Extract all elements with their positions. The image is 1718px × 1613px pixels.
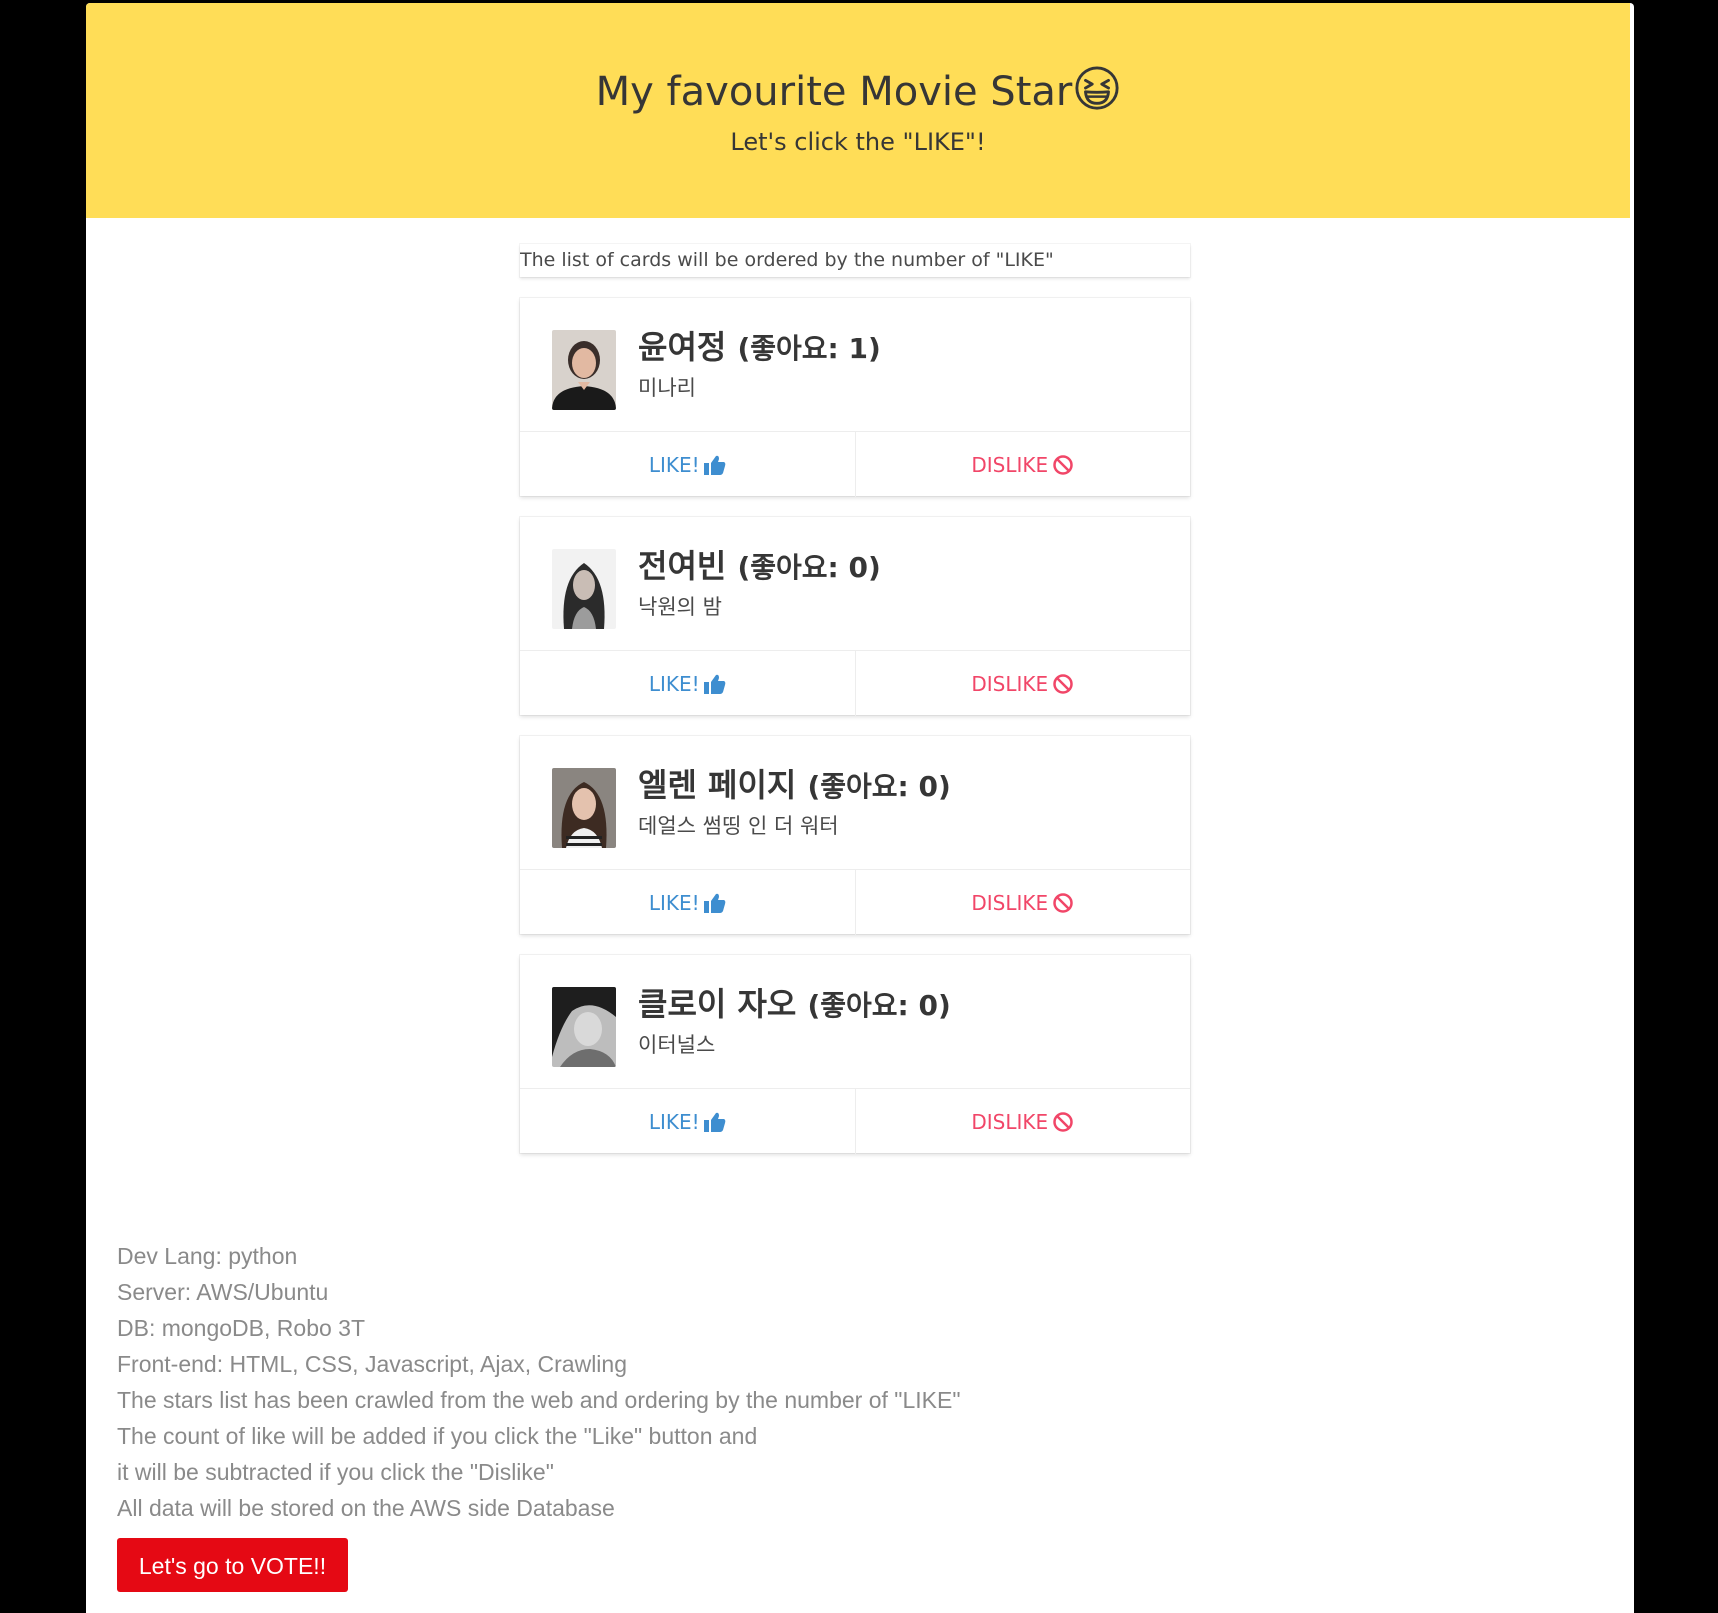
star-card: 엘렌 페이지 (좋아요: 0) 데얼스 썸띵 인 더 워터 LIKE! DISL…: [520, 736, 1190, 935]
ban-icon: [1053, 454, 1073, 475]
like-count: (좋아요: 0): [807, 770, 951, 803]
dislike-label: DISLIKE: [971, 671, 1049, 696]
star-name-text: 엘렌 페이지: [638, 766, 797, 804]
card-footer: LIKE! DISLIKE: [520, 650, 1190, 716]
star-movie: 데얼스 썸띵 인 더 워터: [638, 814, 839, 838]
order-notice: The list of cards will be ordered by the…: [520, 244, 1190, 277]
like-button[interactable]: LIKE!: [520, 651, 855, 716]
dislike-button[interactable]: DISLIKE: [854, 432, 1191, 497]
project-info: Dev Lang: python Server: AWS/Ubuntu DB: …: [117, 1238, 961, 1526]
avatar-photo-icon: [552, 987, 616, 1067]
avatar-photo-icon: [552, 768, 616, 848]
ban-icon: [1053, 892, 1073, 913]
star-card: 전여빈 (좋아요: 0) 낙원의 밤 LIKE! DISLIKE: [520, 517, 1190, 716]
info-line: Front-end: HTML, CSS, Javascript, Ajax, …: [117, 1351, 627, 1377]
star-name-text: 윤여정: [638, 328, 727, 366]
star-movie: 이터널스: [638, 1033, 716, 1057]
like-button[interactable]: LIKE!: [520, 1089, 855, 1154]
like-label: LIKE!: [648, 671, 700, 696]
dislike-label: DISLIKE: [971, 452, 1049, 477]
star-movie: 낙원의 밤: [638, 595, 722, 619]
page-title-text: My favourite Movie Star: [595, 69, 1073, 115]
page-subtitle: Let's click the "LIKE"!: [730, 128, 986, 156]
ban-icon: [1053, 1111, 1073, 1132]
card-footer: LIKE! DISLIKE: [520, 431, 1190, 497]
star-movie: 미나리: [638, 376, 696, 400]
card-content: 클로이 자오 (좋아요: 0) 이터널스: [520, 955, 1190, 1088]
card-content: 전여빈 (좋아요: 0) 낙원의 밤: [520, 517, 1190, 650]
card-footer: LIKE! DISLIKE: [520, 869, 1190, 935]
dislike-label: DISLIKE: [971, 890, 1049, 915]
star-name: 엘렌 페이지 (좋아요: 0): [638, 766, 951, 804]
info-line: Server: AWS/Ubuntu: [117, 1279, 329, 1305]
star-name-text: 클로이 자오: [638, 985, 797, 1023]
vote-button[interactable]: Let's go to VOTE!!: [117, 1538, 348, 1592]
info-line: All data will be stored on the AWS side …: [117, 1495, 615, 1521]
thumbs-up-icon: [703, 455, 725, 475]
like-button[interactable]: LIKE!: [520, 432, 855, 497]
info-line: The count of like will be added if you c…: [117, 1423, 758, 1449]
avatar: [552, 987, 616, 1067]
star-name: 윤여정 (좋아요: 1): [638, 328, 881, 366]
laughing-face-icon: [1075, 66, 1119, 110]
info-line: The stars list has been crawled from the…: [117, 1387, 961, 1413]
avatar-photo-icon: [552, 549, 616, 629]
dislike-label: DISLIKE: [971, 1109, 1049, 1134]
info-line: Dev Lang: python: [117, 1243, 298, 1269]
thumbs-up-icon: [703, 1112, 725, 1132]
thumbs-up-icon: [703, 674, 725, 694]
card-content: 엘렌 페이지 (좋아요: 0) 데얼스 썸띵 인 더 워터: [520, 736, 1190, 869]
page-title: My favourite Movie Star: [86, 65, 1630, 116]
info-line: it will be subtracted if you click the "…: [117, 1459, 554, 1485]
dislike-button[interactable]: DISLIKE: [854, 1089, 1191, 1154]
thumbs-up-icon: [703, 893, 725, 913]
like-count: (좋아요: 0): [807, 989, 951, 1022]
like-button[interactable]: LIKE!: [520, 870, 855, 935]
star-name: 전여빈 (좋아요: 0): [638, 547, 881, 585]
ban-icon: [1053, 673, 1073, 694]
avatar: [552, 549, 616, 629]
star-name-text: 전여빈: [638, 547, 727, 585]
dislike-button[interactable]: DISLIKE: [854, 651, 1191, 716]
avatar: [552, 768, 616, 848]
card-content: 윤여정 (좋아요: 1) 미나리: [520, 298, 1190, 431]
star-card: 클로이 자오 (좋아요: 0) 이터널스 LIKE! DISLIKE: [520, 955, 1190, 1154]
info-line: DB: mongoDB, Robo 3T: [117, 1315, 366, 1341]
avatar-photo-icon: [552, 330, 616, 410]
like-label: LIKE!: [648, 452, 700, 477]
like-count: (좋아요: 1): [737, 332, 881, 365]
star-name: 클로이 자오 (좋아요: 0): [638, 985, 951, 1023]
dislike-button[interactable]: DISLIKE: [854, 870, 1191, 935]
avatar: [552, 330, 616, 410]
hero-banner: My favourite Movie Star Let's click the …: [86, 3, 1630, 218]
like-label: LIKE!: [648, 1109, 700, 1134]
page: My favourite Movie Star Let's click the …: [86, 3, 1634, 1613]
star-card: 윤여정 (좋아요: 1) 미나리 LIKE! DISLIKE: [520, 298, 1190, 497]
card-footer: LIKE! DISLIKE: [520, 1088, 1190, 1154]
like-label: LIKE!: [648, 890, 700, 915]
like-count: (좋아요: 0): [737, 551, 881, 584]
